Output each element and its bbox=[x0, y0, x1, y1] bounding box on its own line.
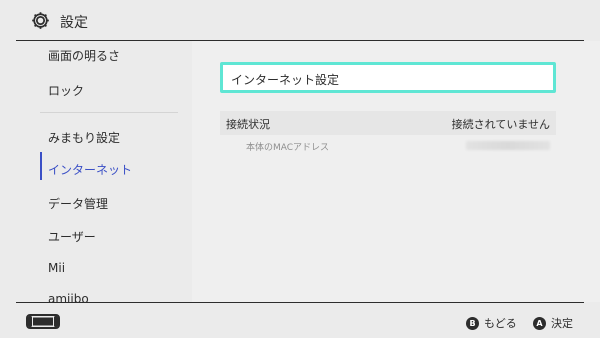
internet-settings-button[interactable]: インターネット設定 bbox=[220, 62, 556, 93]
sidebar: 画面の明るさ ロック みまもり設定 インターネット データ管理 ユーザー Mii… bbox=[0, 41, 192, 302]
mac-address-row: 本体のMACアドレス bbox=[220, 137, 556, 155]
internet-settings-label: インターネット設定 bbox=[231, 73, 340, 87]
sidebar-item-internet[interactable]: インターネット bbox=[48, 161, 132, 178]
sidebar-divider bbox=[40, 112, 178, 113]
gear-icon bbox=[32, 12, 49, 29]
back-label: もどる bbox=[484, 317, 517, 330]
header-bar: 設定 bbox=[0, 0, 600, 40]
sidebar-item-brightness[interactable]: 画面の明るさ bbox=[48, 47, 120, 64]
sidebar-item-amiibo[interactable]: amiibo bbox=[48, 292, 89, 302]
sidebar-item-lock[interactable]: ロック bbox=[48, 82, 84, 99]
sidebar-item-mii[interactable]: Mii bbox=[48, 261, 65, 275]
connection-status-label: 接続状況 bbox=[226, 118, 270, 131]
main-panel: インターネット設定 接続状況 接続されていません 本体のMACアドレス bbox=[192, 41, 600, 302]
page-title: 設定 bbox=[60, 15, 88, 31]
sidebar-active-indicator bbox=[40, 152, 42, 180]
back-hint[interactable]: B もどる bbox=[466, 315, 517, 331]
ok-label: 決定 bbox=[551, 317, 573, 330]
mac-address-label: 本体のMACアドレス bbox=[246, 143, 330, 153]
ok-hint[interactable]: A 決定 bbox=[533, 315, 573, 331]
a-button-icon: A bbox=[533, 316, 546, 330]
sidebar-item-data-management[interactable]: データ管理 bbox=[48, 195, 108, 212]
b-button-icon: B bbox=[466, 316, 479, 330]
footer-bar: B もどる A 決定 bbox=[0, 303, 600, 338]
sidebar-item-parental-controls[interactable]: みまもり設定 bbox=[48, 129, 120, 146]
connection-status-value: 接続されていません bbox=[451, 118, 550, 131]
mac-address-value-blurred bbox=[466, 141, 550, 150]
console-icon bbox=[26, 314, 60, 329]
sidebar-item-users[interactable]: ユーザー bbox=[48, 228, 96, 245]
connection-status-row: 接続状況 接続されていません bbox=[220, 111, 556, 135]
